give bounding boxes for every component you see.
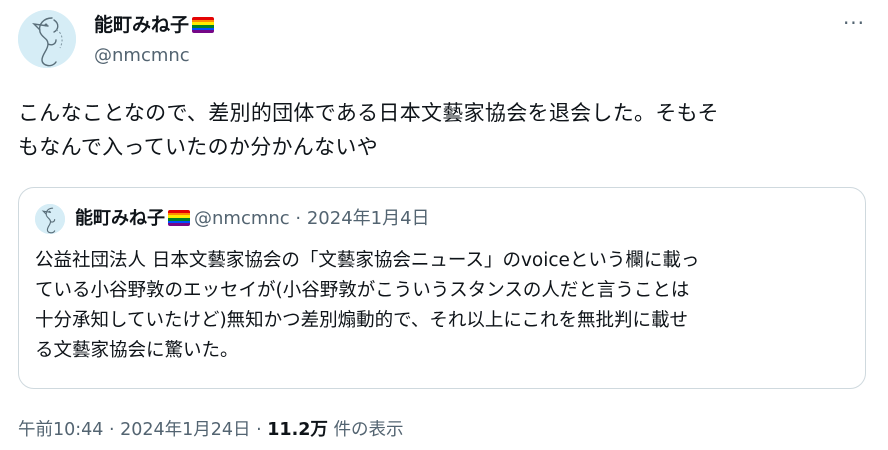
quote-handle-date[interactable]: @nmcmnc · 2024年1月4日 [194, 208, 430, 229]
rainbow-flag-icon [192, 17, 215, 33]
tweet: 能町みね子 @nmcmnc ··· こんなことなので、差別的団体である日本文藝家… [0, 0, 888, 450]
tweet-text: こんなことなので、差別的団体である日本文藝家協会を退会した。そもそ もなんで入っ… [18, 101, 719, 159]
views-count: 11.2万 [267, 420, 328, 440]
quote-text: 公益社団法人 日本文藝家協会の「文藝家協会ニュース」のvoiceという欄に載っ … [35, 250, 700, 361]
quote-header: 能町みね子 @nmcmnc · 2024年1月4日 [75, 207, 430, 231]
seahorse-sketch-avatar [18, 10, 76, 68]
quote-author-name[interactable]: 能町みね子 [75, 208, 165, 229]
author-handle[interactable]: @nmcmnc [94, 44, 190, 68]
views-label: 件の表示 [327, 420, 404, 440]
rainbow-flag-icon [168, 210, 190, 226]
more-options-button[interactable]: ··· [836, 12, 872, 40]
tweet-footer: 午前10:44 · 2024年1月24日 · 11.2万 件の表示 [18, 418, 404, 442]
quote-author-avatar[interactable] [35, 204, 65, 234]
more-options-icon: ··· [842, 11, 866, 35]
seahorse-sketch-avatar-small [35, 204, 65, 234]
quoted-tweet[interactable]: 能町みね子 @nmcmnc · 2024年1月4日 公益社団法人 日本文藝家協会の… [18, 187, 866, 389]
author-name-text[interactable]: 能町みね子 [94, 14, 189, 36]
timestamp[interactable]: 午前10:44 · 2024年1月24日 · [18, 420, 267, 440]
author-name[interactable]: 能町みね子 [94, 12, 215, 38]
author-avatar[interactable] [18, 10, 76, 68]
